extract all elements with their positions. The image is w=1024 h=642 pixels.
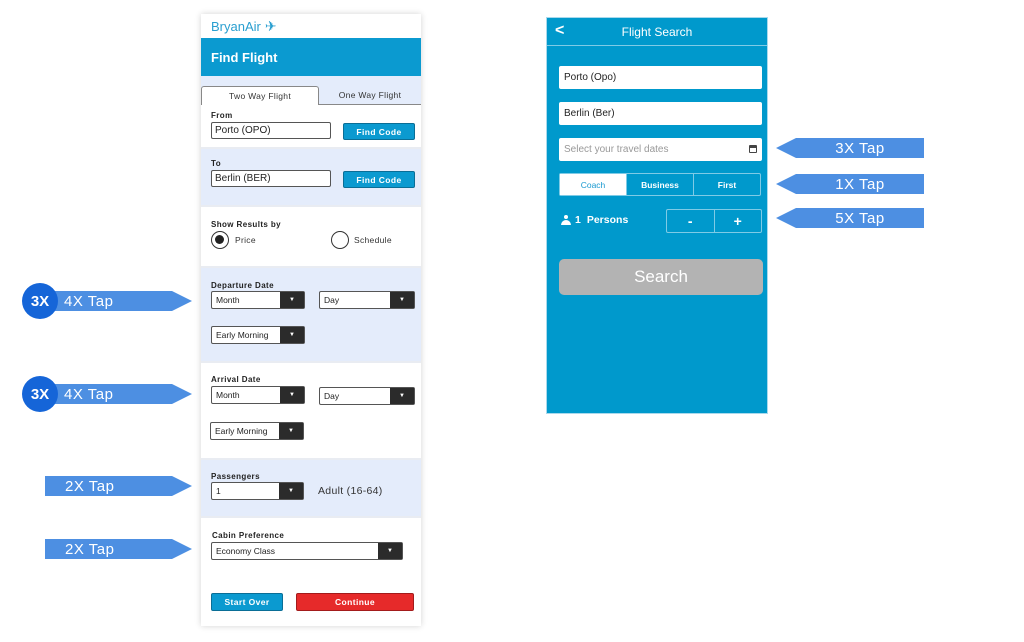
tab-one-way-flight[interactable]: One Way Flight [319,86,421,105]
travel-dates-placeholder: Select your travel dates [564,144,669,155]
chevron-down-icon: ▼ [378,543,402,559]
cabin-class-tap-callout: 1X Tap [776,174,924,194]
to-section: To Berlin (BER) Find Code [201,149,421,207]
flight-type-tabs: Two Way Flight One Way Flight [201,76,421,105]
continue-button[interactable]: Continue [296,593,414,611]
arrival-time-value: Early Morning [215,426,268,436]
arrival-date-label: Arrival Date [211,375,261,384]
cabin-section: Cabin Preference Economy Class ▼ Start O… [201,518,421,630]
departure-date-section: Departure Date Month ▼ Day ▼ Early Morni… [201,268,421,363]
arrival-time-select[interactable]: Early Morning ▼ [210,422,304,440]
passengers-value: 1 [216,486,221,496]
cabin-tap-callout: 2X Tap [45,539,192,559]
passengers-select[interactable]: 1 ▼ [211,482,304,500]
passengers-section: Passengers 1 ▼ Adult (16-64) [201,460,421,518]
callout-label: 2X Tap [65,540,115,558]
cabin-class-segmented-control: Coach Business First [559,173,761,196]
persons-count: 1 Persons [561,214,628,226]
from-label: From [211,111,233,120]
from-section: From Porto (OPO) Find Code [201,105,421,149]
business-option[interactable]: Business [626,174,693,195]
arrival-tap-callout: 4X Tap [40,384,192,404]
flight-search-header: < Flight Search [547,18,767,46]
arrival-month-value: Month [216,390,240,400]
travel-dates-input[interactable]: Select your travel dates [559,138,762,161]
chevron-down-icon: ▼ [279,483,303,499]
calendar-icon [749,145,757,153]
first-option[interactable]: First [693,174,760,195]
arrival-month-select[interactable]: Month ▼ [211,386,305,404]
cabin-preference-select[interactable]: Economy Class ▼ [211,542,403,560]
arrival-day-select[interactable]: Day ▼ [319,387,415,405]
departure-time-select[interactable]: Early Morning ▼ [211,326,305,344]
departure-time-value: Early Morning [216,330,269,340]
arrival-date-section: Arrival Date Month ▼ Day ▼ Early Morning… [201,363,421,460]
to-label: To [211,159,221,168]
brand-bar: BryanAir ✈ [201,14,421,38]
persons-stepper: - + [666,209,762,233]
persons-label: Persons [586,214,629,226]
from-find-code-button[interactable]: Find Code [343,123,415,140]
page-title: Find Flight [201,38,421,76]
departure-tap-badge: 3X [22,283,58,319]
airplane-icon: ✈ [264,17,277,34]
start-over-button[interactable]: Start Over [211,593,283,611]
departure-month-select[interactable]: Month ▼ [211,291,305,309]
callout-label: 5X Tap [835,209,885,227]
departure-month-value: Month [216,295,240,305]
callout-label: 1X Tap [835,175,885,193]
departure-day-value: Day [324,295,340,305]
passenger-type-label: Adult (16-64) [318,485,383,497]
cabin-preference-label: Cabin Preference [212,531,285,540]
chevron-down-icon: ▼ [280,387,304,403]
show-results-section: Show Results by Price Schedule [201,207,421,268]
chevron-down-icon: ▼ [390,388,414,404]
dates-tap-callout: 3X Tap [776,138,924,158]
search-button[interactable]: Search [559,259,763,295]
origin-input[interactable]: Porto (Opo) [559,66,762,89]
flight-search-screen: < Flight Search Porto (Opo) Berlin (Ber)… [546,17,768,414]
bryanair-find-flight-screen: BryanAir ✈ Find Flight Two Way Flight On… [201,14,421,626]
schedule-radio[interactable] [331,231,349,249]
decrement-button[interactable]: - [667,210,714,232]
to-find-code-button[interactable]: Find Code [343,171,415,188]
price-radio[interactable] [211,231,229,249]
callout-label: 4X Tap [64,292,114,310]
departure-day-select[interactable]: Day ▼ [319,291,415,309]
departure-tap-callout: 4X Tap [40,291,192,311]
to-input[interactable]: Berlin (BER) [211,170,331,187]
coach-option[interactable]: Coach [560,174,626,195]
chevron-left-icon[interactable]: < [555,22,564,40]
tab-two-way-flight[interactable]: Two Way Flight [201,86,319,105]
increment-button[interactable]: + [713,210,762,232]
arrival-day-value: Day [324,391,340,401]
cabin-preference-value: Economy Class [216,546,276,556]
brand-logo-text: BryanAir [211,18,261,34]
schedule-radio-label: Schedule [354,235,392,245]
person-icon [561,215,571,225]
price-radio-label: Price [235,235,256,245]
persons-number: 1 [575,214,581,226]
chevron-down-icon: ▼ [390,292,414,308]
departure-date-label: Departure Date [211,281,274,290]
arrival-tap-badge: 3X [22,376,58,412]
callout-label: 4X Tap [64,385,114,403]
show-results-label: Show Results by [211,220,282,229]
callout-label: 2X Tap [65,477,115,495]
chevron-down-icon: ▼ [280,292,304,308]
chevron-down-icon: ▼ [280,327,304,343]
callout-label: 3X Tap [835,139,885,157]
destination-input[interactable]: Berlin (Ber) [559,102,762,125]
flight-search-title: Flight Search [621,24,693,39]
passengers-tap-callout: 2X Tap [45,476,192,496]
from-input[interactable]: Porto (OPO) [211,122,331,139]
chevron-down-icon: ▼ [279,423,303,439]
persons-tap-callout: 5X Tap [776,208,924,228]
passengers-label: Passengers [211,472,260,481]
